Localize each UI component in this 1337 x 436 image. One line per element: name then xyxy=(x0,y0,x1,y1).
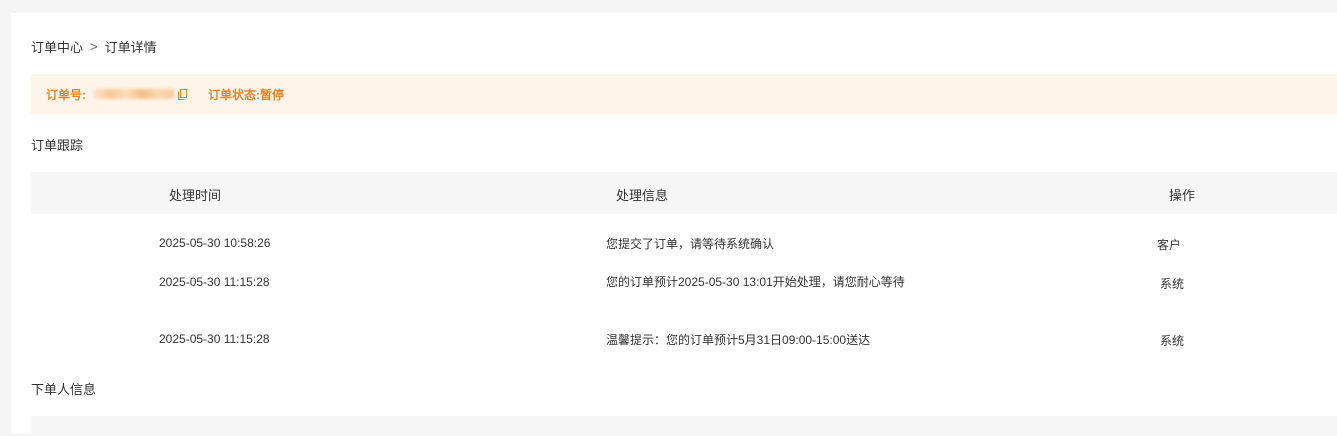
orderer-table-header xyxy=(31,416,1337,436)
table-row: 2025-05-30 11:15:28 您的订单预计2025-05-30 13:… xyxy=(31,253,1337,310)
column-header-time: 处理时间 xyxy=(169,188,222,203)
order-detail-panel: 订单中心 > 订单详情 订单号: 订单状态: 暂停 订单跟踪 处理时间 处理信息… xyxy=(11,13,1337,436)
breadcrumb-separator: > xyxy=(90,39,98,54)
order-state-value: 暂停 xyxy=(260,87,285,102)
row-time: 2025-05-30 11:15:28 xyxy=(159,275,270,289)
row-info: 您提交了订单，请等待系统确认 xyxy=(606,237,775,251)
row-operator: 客户 xyxy=(1157,238,1182,252)
table-row: 2025-05-30 10:58:26 您提交了订单，请等待系统确认 客户 xyxy=(31,214,1337,253)
row-info: 温馨提示：您的订单预计5月31日09:00-15:00送达 xyxy=(606,333,871,347)
order-number-redacted xyxy=(94,89,174,99)
tracking-table-header: 处理时间 处理信息 操作 xyxy=(31,172,1337,214)
row-info: 您的订单预计2025-05-30 13:01开始处理，请您耐心等待 xyxy=(606,275,905,289)
row-time: 2025-05-30 11:15:28 xyxy=(159,332,270,346)
breadcrumb-order-center[interactable]: 订单中心 xyxy=(31,37,83,56)
order-number-label: 订单号: xyxy=(46,87,86,102)
tracking-table: 处理时间 处理信息 操作 2025-05-30 10:58:26 您提交了订单，… xyxy=(31,172,1337,350)
column-header-info: 处理信息 xyxy=(616,188,669,203)
column-header-operator: 操作 xyxy=(1169,188,1196,203)
table-row: 2025-05-30 11:15:28 温馨提示：您的订单预计5月31日09:0… xyxy=(31,310,1337,350)
copy-icon[interactable] xyxy=(178,88,187,100)
breadcrumb-current: 订单详情 xyxy=(104,40,157,55)
orderer-section-title: 下单人信息 xyxy=(31,382,97,397)
breadcrumb: 订单中心 > 订单详情 xyxy=(31,37,157,56)
row-time: 2025-05-30 10:58:26 xyxy=(159,236,271,250)
order-state-label: 订单状态: xyxy=(208,87,260,102)
row-operator: 系统 xyxy=(1160,334,1185,348)
row-operator: 系统 xyxy=(1160,277,1185,291)
order-status-bar: 订单号: 订单状态: 暂停 xyxy=(31,74,1337,114)
tracking-section-title: 订单跟踪 xyxy=(31,138,84,153)
